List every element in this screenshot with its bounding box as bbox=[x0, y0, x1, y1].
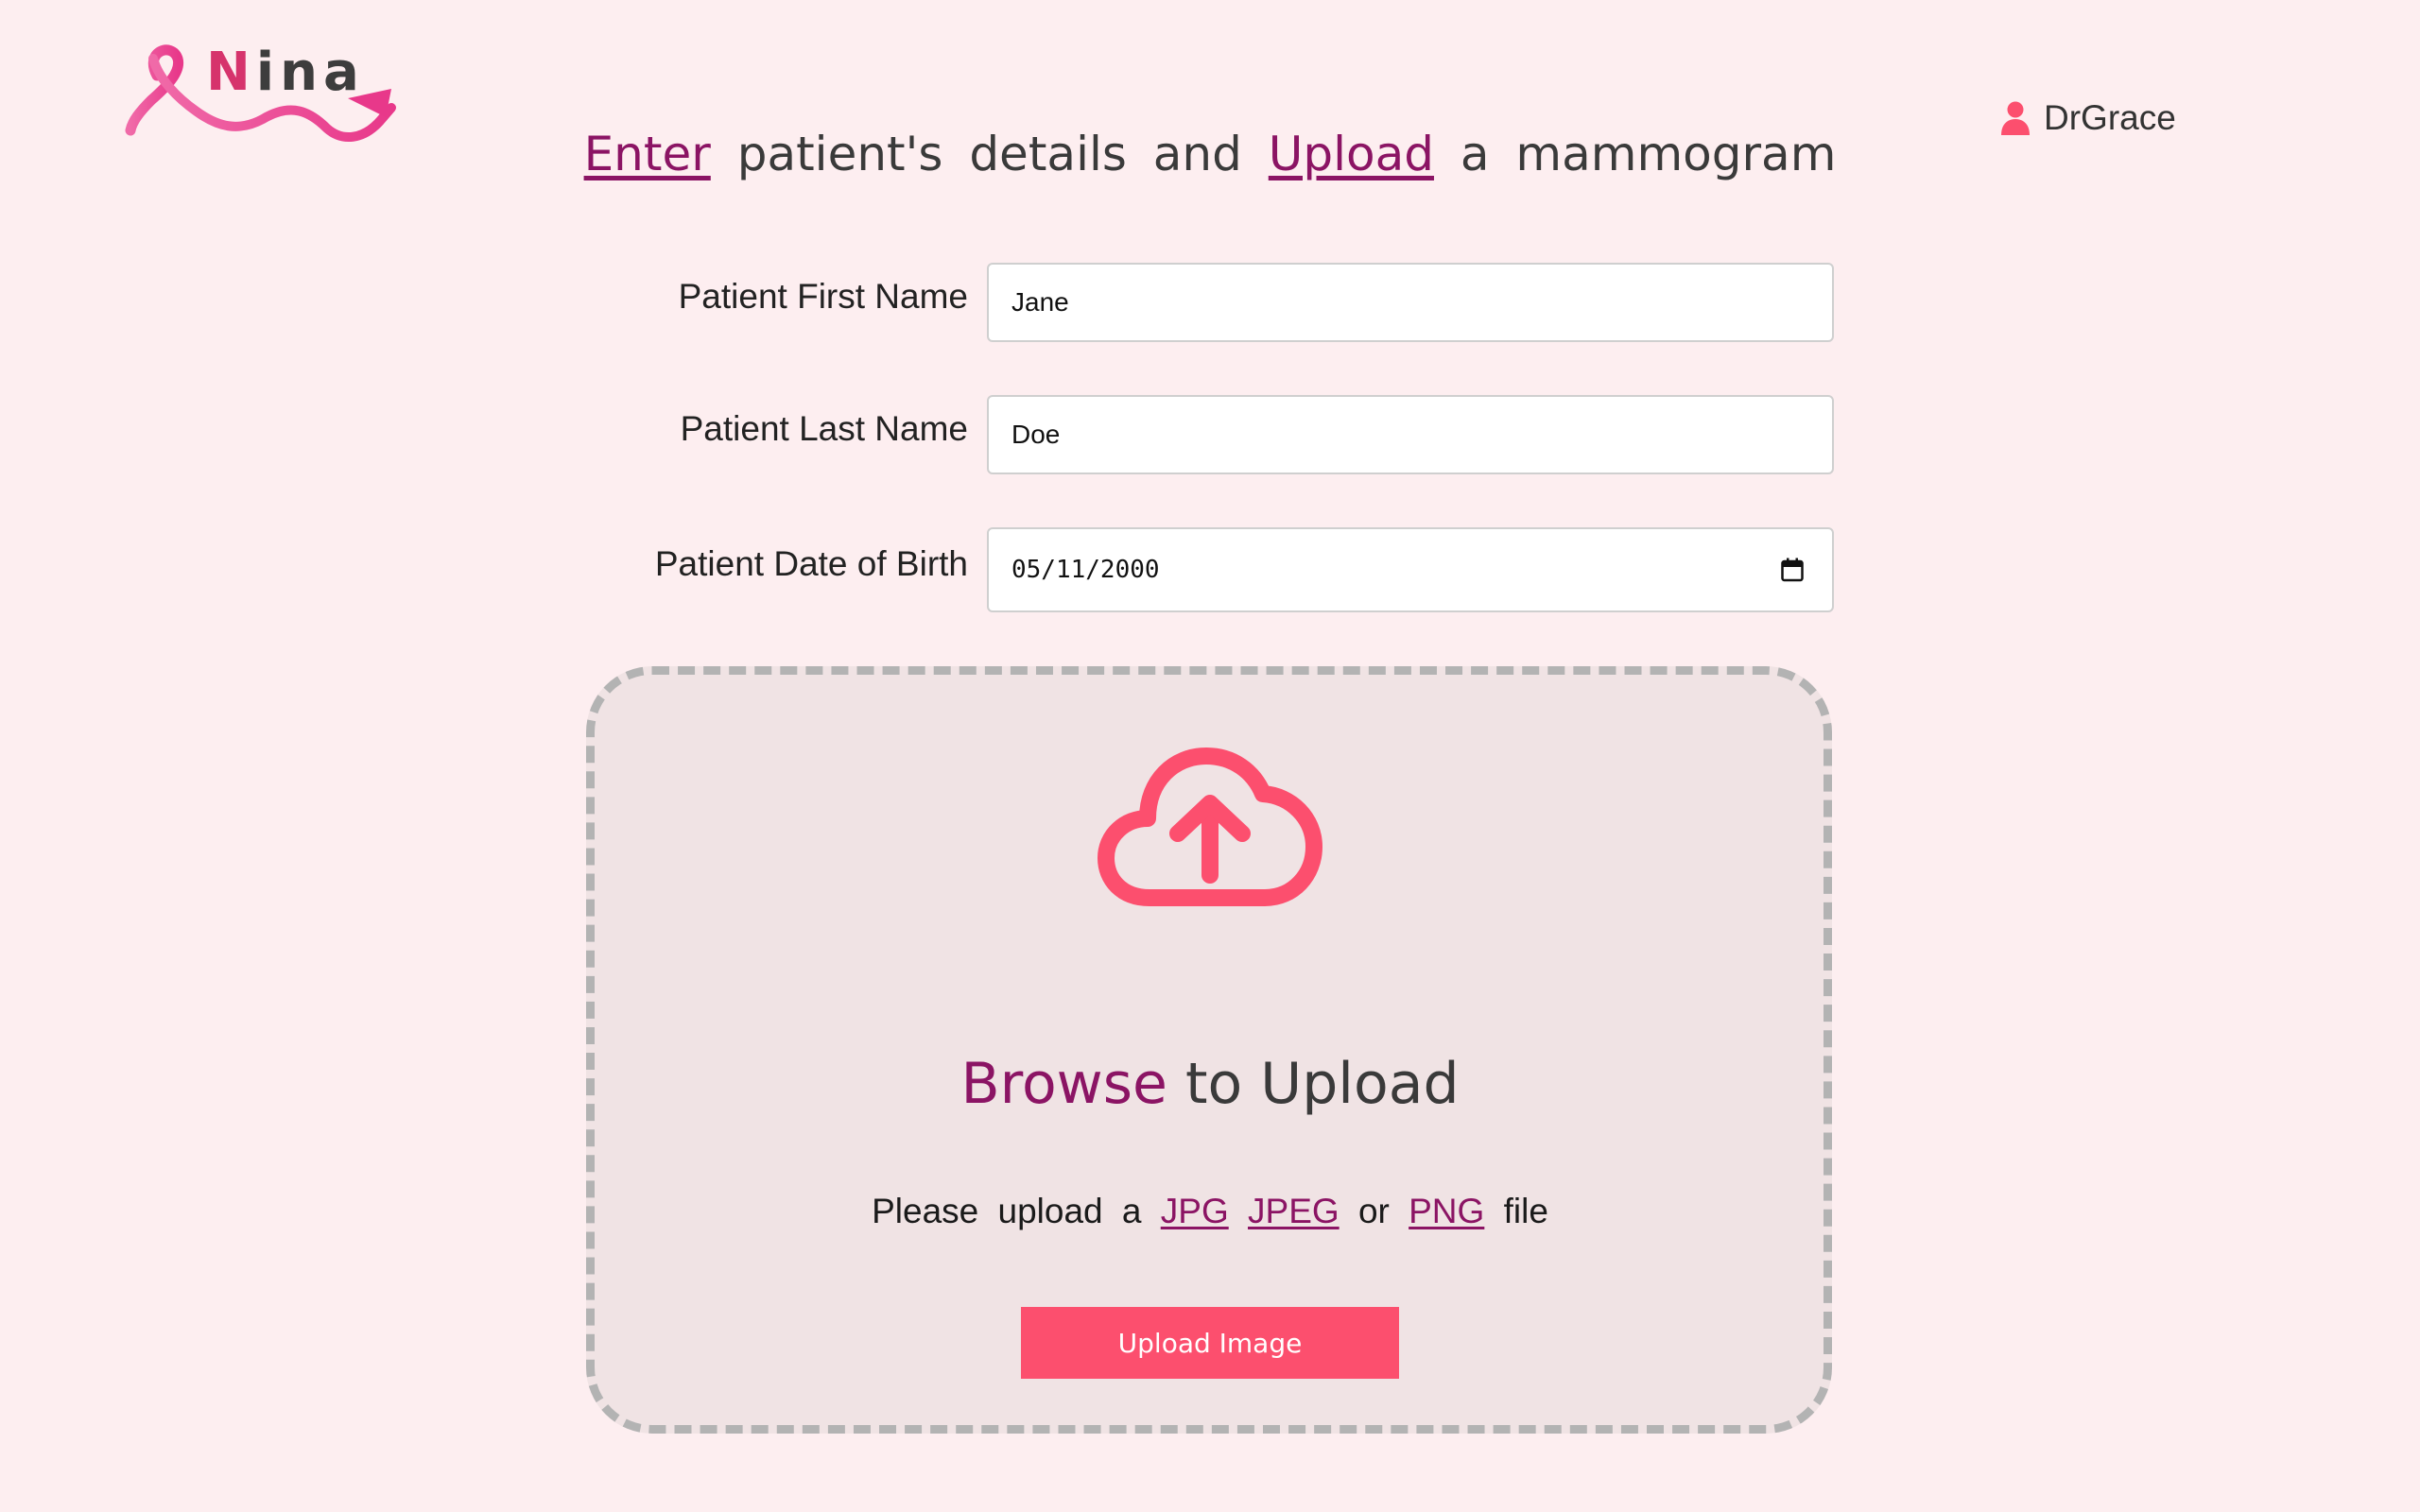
format-jpg-link[interactable]: JPG bbox=[1161, 1192, 1229, 1230]
format-png-link[interactable]: PNG bbox=[1409, 1192, 1484, 1230]
first-name-label: Patient First Name bbox=[678, 277, 968, 316]
format-jpeg-link[interactable]: JPEG bbox=[1248, 1192, 1340, 1230]
browse-link[interactable]: Browse bbox=[960, 1051, 1167, 1117]
first-name-field[interactable] bbox=[987, 263, 1834, 342]
app-name: Nina bbox=[206, 42, 365, 103]
upload-hint: Please upload a JPG JPEG or PNG file bbox=[872, 1192, 1548, 1230]
last-name-row: Patient Last Name bbox=[0, 395, 2420, 474]
dob-row: Patient Date of Birth bbox=[0, 527, 2420, 612]
cloud-upload-icon bbox=[1098, 747, 1322, 906]
first-name-row: Patient First Name bbox=[0, 263, 2420, 342]
calendar-icon[interactable] bbox=[1781, 558, 1804, 582]
page-title: Enter patient's details and Upload a mam… bbox=[583, 127, 1837, 181]
enter-link[interactable]: Enter bbox=[584, 127, 711, 181]
upload-image-button[interactable]: Upload Image bbox=[1021, 1307, 1399, 1379]
dob-field[interactable] bbox=[987, 527, 1834, 612]
browse-to-upload: Browse to Upload bbox=[960, 1051, 1460, 1117]
dob-label: Patient Date of Birth bbox=[654, 544, 968, 583]
upload-link[interactable]: Upload bbox=[1269, 127, 1434, 181]
last-name-label: Patient Last Name bbox=[680, 409, 968, 448]
last-name-field[interactable] bbox=[987, 395, 1834, 474]
